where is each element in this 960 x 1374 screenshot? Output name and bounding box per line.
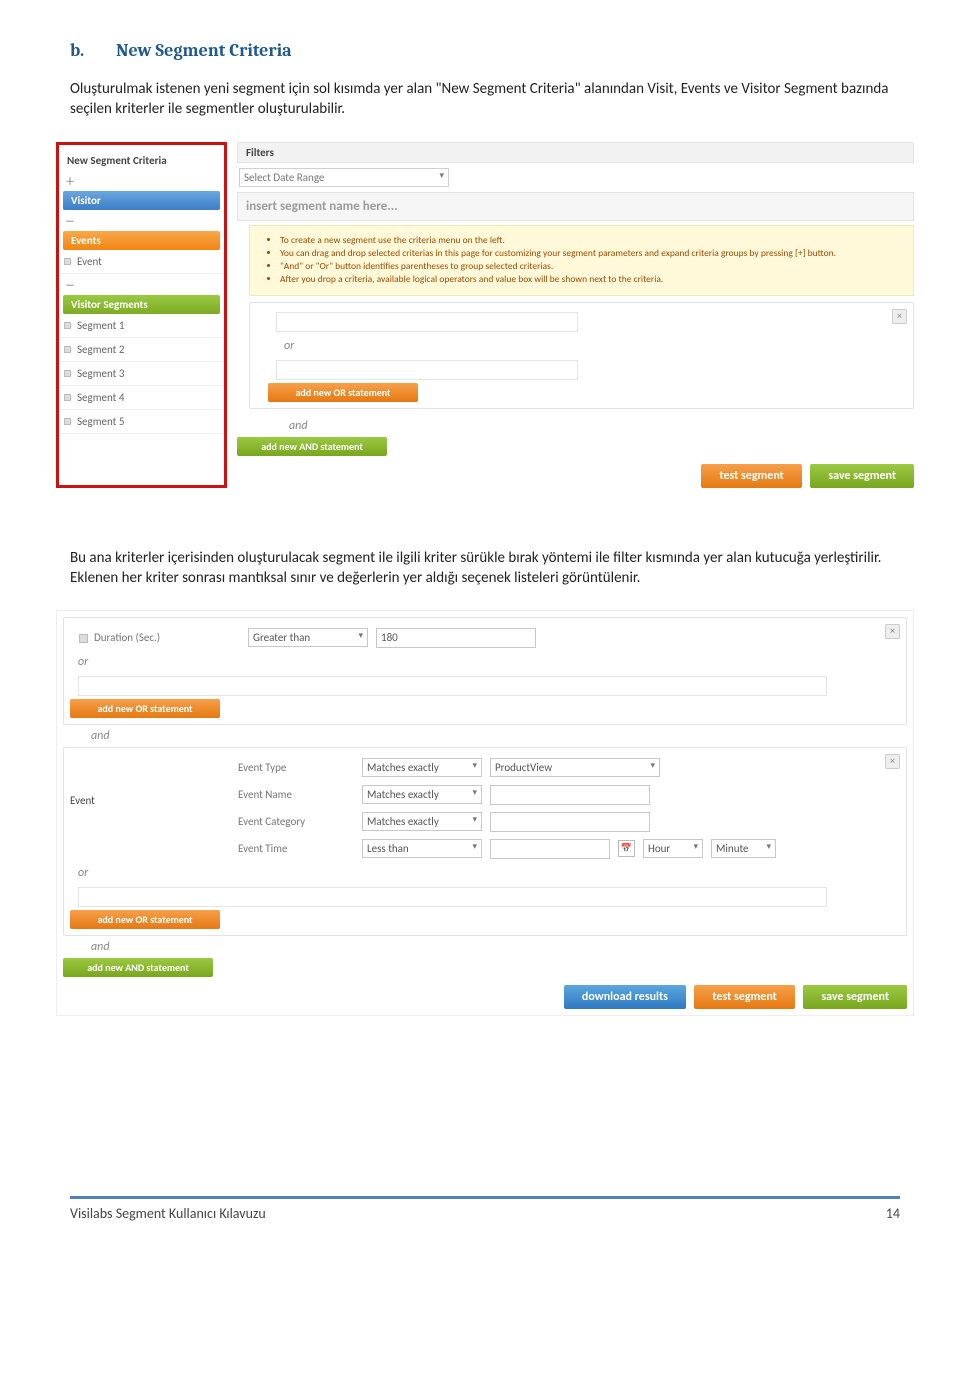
event-field-label: Event Name [234, 784, 354, 805]
sidebar-item-segment[interactable]: Segment 5 [59, 410, 224, 434]
filters-title: Filters [237, 142, 914, 163]
screenshot-2: × Duration (Sec.) Greater than 180 or ad… [56, 610, 914, 1016]
operator-select[interactable]: Greater than [248, 628, 368, 647]
event-field-label: Event Type [234, 757, 354, 778]
test-segment-button[interactable]: test segment [701, 464, 801, 488]
value-input[interactable] [490, 839, 610, 859]
hour-select[interactable]: Hour [643, 839, 703, 858]
hint-item: To create a new segment use the criteria… [280, 234, 901, 247]
add-or-button[interactable]: add new OR statement [70, 910, 220, 929]
value-input[interactable]: 180 [376, 628, 536, 648]
criteria-sidebar: New Segment Criteria ＋ Visitor － Events … [56, 142, 227, 488]
save-segment-button[interactable]: save segment [803, 985, 907, 1009]
paragraph-2: Bu ana kriterler içerisinden oluşturulac… [70, 548, 900, 589]
close-icon[interactable]: × [885, 754, 900, 769]
criteria-drop-slot[interactable] [78, 887, 827, 907]
segment-name-input[interactable]: insert segment name here... [237, 192, 914, 221]
expand-icon[interactable]: ＋ [59, 170, 224, 191]
add-or-button[interactable]: add new OR statement [268, 383, 418, 402]
event-field-label: Event Category [234, 811, 354, 832]
hint-item: "And" or "Or" button identifies parenthe… [280, 260, 901, 273]
paragraph-1: Oluşturulmak istenen yeni segment için s… [70, 79, 900, 120]
criteria-chip-event[interactable]: Event [70, 794, 210, 807]
operator-select[interactable]: Matches exactly [362, 785, 482, 804]
operator-select[interactable]: Matches exactly [362, 758, 482, 777]
or-label: or [256, 335, 302, 357]
filters-panel: Filters Select Date Range insert segment… [237, 142, 914, 488]
date-range-select[interactable]: Select Date Range [239, 168, 449, 187]
and-label: and [63, 936, 118, 958]
screenshot-1: New Segment Criteria ＋ Visitor － Events … [56, 142, 914, 488]
value-input[interactable] [490, 812, 650, 832]
section-title: New Segment Criteria [116, 40, 291, 61]
save-segment-button[interactable]: save segment [810, 464, 914, 488]
criteria-drop-slot[interactable] [78, 676, 827, 696]
value-select[interactable]: ProductView [490, 758, 660, 777]
collapse-icon[interactable]: － [59, 274, 224, 295]
hint-item: After you drop a criteria, available log… [280, 273, 901, 286]
sidebar-title: New Segment Criteria [59, 149, 224, 170]
calendar-icon[interactable]: 📅 [618, 840, 635, 857]
and-label: and [63, 725, 118, 747]
minute-select[interactable]: Minute [711, 839, 776, 858]
criteria-drop-slot[interactable] [276, 312, 578, 332]
criteria-drop-slot[interactable] [276, 360, 578, 380]
sidebar-item-segment[interactable]: Segment 1 [59, 314, 224, 338]
add-and-button[interactable]: add new AND statement [63, 958, 213, 977]
or-label: or [70, 651, 96, 673]
test-segment-button[interactable]: test segment [694, 985, 794, 1009]
sidebar-item-segment[interactable]: Segment 3 [59, 362, 224, 386]
sidebar-item-segment[interactable]: Segment 4 [59, 386, 224, 410]
operator-select[interactable]: Matches exactly [362, 812, 482, 831]
event-field-label: Event Time [234, 838, 354, 859]
and-label: and [261, 415, 316, 437]
hint-box: To create a new segment use the criteria… [249, 225, 914, 296]
section-heading: b. New Segment Criteria [70, 40, 900, 61]
criteria-group-event: × Event Event Type Matches exactly Produ… [63, 747, 907, 936]
download-results-button[interactable]: download results [564, 985, 686, 1009]
criteria-group-duration: × Duration (Sec.) Greater than 180 or ad… [63, 617, 907, 725]
close-icon[interactable]: × [885, 624, 900, 639]
collapse-icon[interactable]: － [59, 210, 224, 231]
section-label: b. [70, 40, 84, 61]
sidebar-item-event[interactable]: Event [59, 250, 224, 274]
hint-item: You can drag and drop selected criterias… [280, 247, 901, 260]
or-label: or [70, 862, 96, 884]
sidebar-header-visitor-segments[interactable]: Visitor Segments [63, 295, 220, 314]
close-icon[interactable]: × [892, 309, 907, 324]
criteria-group: × or add new OR statement [249, 302, 914, 409]
page-footer: Visilabs Segment Kullanıcı Kılavuzu 14 [70, 1196, 900, 1222]
operator-select[interactable]: Less than [362, 839, 482, 858]
footer-title: Visilabs Segment Kullanıcı Kılavuzu [70, 1205, 266, 1222]
add-or-button[interactable]: add new OR statement [70, 699, 220, 718]
criteria-chip-duration[interactable]: Duration (Sec.) [74, 627, 240, 648]
add-and-button[interactable]: add new AND statement [237, 437, 387, 456]
footer-page-number: 14 [886, 1205, 900, 1222]
sidebar-header-visitor[interactable]: Visitor [63, 191, 220, 210]
sidebar-item-segment[interactable]: Segment 2 [59, 338, 224, 362]
value-input[interactable] [490, 785, 650, 805]
sidebar-header-events[interactable]: Events [63, 231, 220, 250]
